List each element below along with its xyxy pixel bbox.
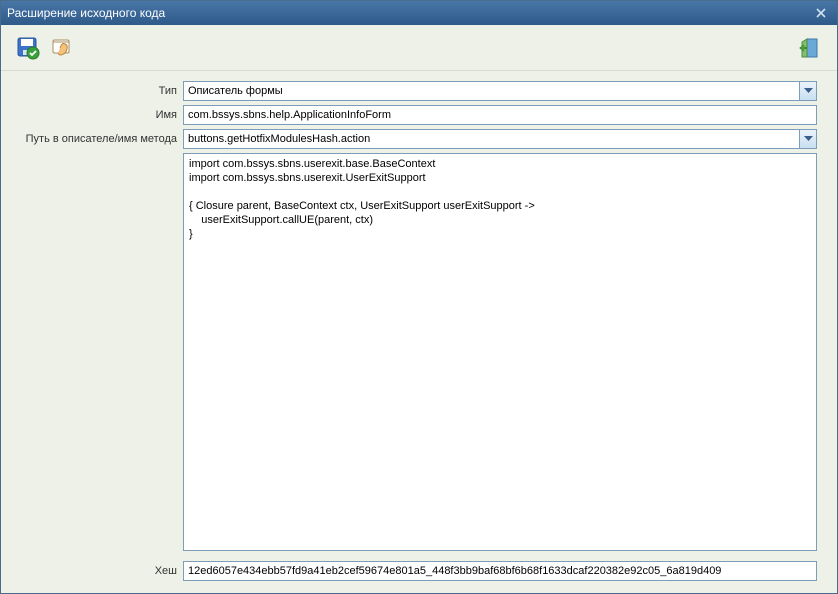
window: Расширение исходного кода xyxy=(0,0,838,594)
hash-row: Хеш xyxy=(21,561,817,581)
name-label: Имя xyxy=(21,109,179,121)
name-input[interactable] xyxy=(183,105,817,125)
hash-input[interactable] xyxy=(183,561,817,581)
type-combo[interactable]: Описатель формы xyxy=(183,81,817,101)
content-area: Тип Описатель формы Имя Путь в описателе… xyxy=(1,71,837,593)
close-button[interactable] xyxy=(811,4,831,22)
path-combo-value: buttons.getHotfixModulesHash.action xyxy=(183,129,799,149)
path-combo[interactable]: buttons.getHotfixModulesHash.action xyxy=(183,129,817,149)
chevron-down-icon xyxy=(804,88,813,94)
code-row xyxy=(21,153,817,551)
titlebar: Расширение исходного кода xyxy=(1,1,837,25)
window-title: Расширение исходного кода xyxy=(7,6,811,20)
exit-door-icon xyxy=(798,36,822,60)
close-icon xyxy=(816,8,826,18)
save-check-icon xyxy=(16,36,40,60)
type-combo-button[interactable] xyxy=(799,81,817,101)
type-combo-value: Описатель формы xyxy=(183,81,799,101)
chevron-down-icon xyxy=(804,136,813,142)
type-row: Тип Описатель формы xyxy=(21,81,817,101)
path-row: Путь в описателе/имя метода buttons.getH… xyxy=(21,129,817,149)
save-button[interactable] xyxy=(15,35,41,61)
name-row: Имя xyxy=(21,105,817,125)
code-textarea[interactable] xyxy=(183,153,817,551)
path-combo-button[interactable] xyxy=(799,129,817,149)
code-label-spacer xyxy=(21,153,179,551)
open-button[interactable] xyxy=(49,35,75,61)
open-hand-icon xyxy=(50,36,74,60)
toolbar xyxy=(1,25,837,71)
path-label: Путь в описателе/имя метода xyxy=(21,133,179,145)
exit-button[interactable] xyxy=(797,35,823,61)
hash-label: Хеш xyxy=(21,565,179,577)
type-label: Тип xyxy=(21,85,179,97)
